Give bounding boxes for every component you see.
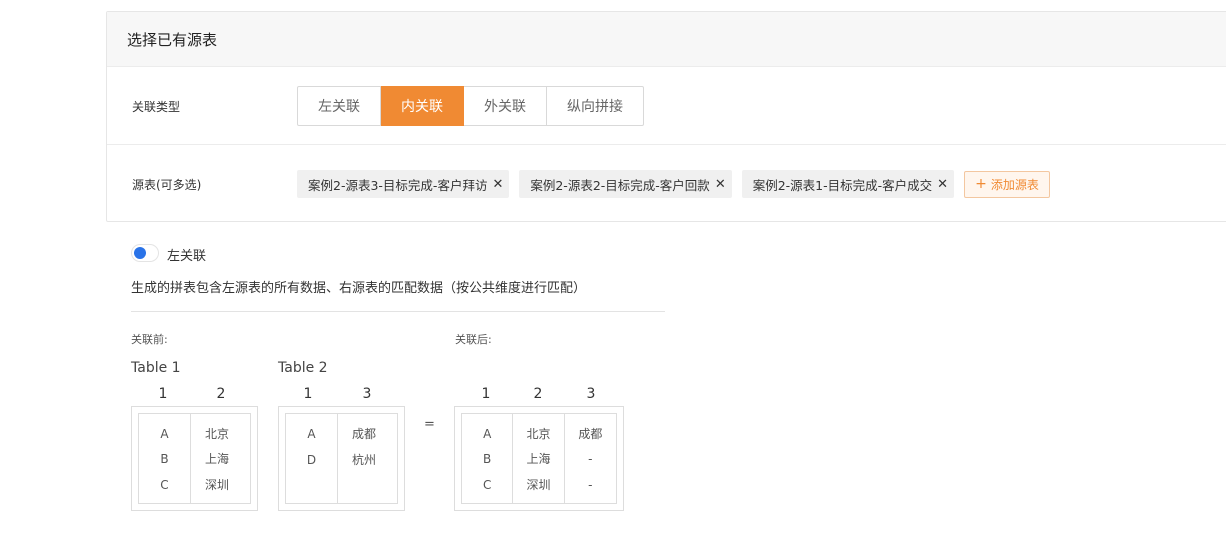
result-col-header: 3 — [586, 386, 596, 402]
panel-title: 选择已有源表 — [107, 12, 1226, 67]
table-cell: A — [160, 427, 169, 441]
table-cell: A — [483, 427, 492, 441]
source-tag-label: 案例2-源表3-目标完成-客户拜访 — [308, 177, 488, 193]
close-icon[interactable]: ✕ — [715, 177, 726, 192]
table-cell: 成都 — [578, 427, 603, 441]
after-label: 关联后: — [455, 333, 492, 346]
table-cell: 深圳 — [526, 477, 551, 492]
table1-col-header: 1 — [158, 386, 168, 402]
table2-grid: A D 成都 杭州 — [285, 413, 398, 504]
table-cell: B — [160, 452, 169, 467]
table-cell: B — [483, 452, 492, 467]
table-column: 成都 - - — [565, 414, 616, 503]
result-col-header: 1 — [481, 386, 491, 402]
join-type-row: 关联类型 左关联 内关联 外关联 纵向拼接 — [107, 68, 1226, 145]
join-left-button[interactable]: 左关联 — [297, 86, 381, 126]
join-type-label: 关联类型 — [132, 99, 181, 114]
source-tag: 案例2-源表2-目标完成-客户回款 ✕ — [519, 170, 732, 198]
table-cell: 上海 — [204, 452, 229, 467]
add-source-label: 添加源表 — [990, 177, 1039, 192]
source-tags: 案例2-源表3-目标完成-客户拜访 ✕ 案例2-源表2-目标完成-客户回款 ✕ … — [297, 170, 1050, 198]
table-cell: 成都 — [351, 427, 376, 441]
source-tag-label: 案例2-源表2-目标完成-客户回款 — [530, 177, 710, 193]
join-inner-button[interactable]: 内关联 — [381, 86, 464, 126]
table-cell: C — [482, 477, 492, 492]
table-column: 成都 杭州 — [338, 414, 390, 503]
join-description: 生成的拼表包含左源表的所有数据、右源表的匹配数据（按公共维度进行匹配） — [131, 281, 587, 296]
result-grid: A B C 北京 上海 深圳 成都 - - — [461, 413, 617, 504]
source-row: 源表(可多选) 案例2-源表3-目标完成-客户拜访 ✕ 案例2-源表2-目标完成… — [107, 146, 1226, 222]
table1-grid: A B C 北京 上海 深圳 — [138, 413, 251, 504]
table2-title: Table 2 — [278, 360, 328, 376]
join-toggle[interactable] — [131, 244, 159, 262]
table-column: A B C — [139, 414, 191, 503]
result-table: A B C 北京 上海 深圳 成都 - - — [454, 406, 624, 511]
table1-title: Table 1 — [131, 360, 181, 376]
table-cell: 杭州 — [351, 453, 376, 467]
plus-icon: + — [975, 176, 987, 192]
table-column: 北京 上海 深圳 — [513, 414, 565, 503]
table-cell: D — [306, 453, 317, 467]
join-vertical-button[interactable]: 纵向拼接 — [547, 86, 644, 126]
table-column: A B C — [462, 414, 514, 503]
source-tag: 案例2-源表1-目标完成-客户成交 ✕ — [741, 170, 955, 198]
table-cell: 上海 — [526, 452, 551, 467]
table-column: 北京 上海 深圳 — [191, 414, 243, 503]
table2-col-header: 3 — [362, 386, 372, 402]
result-col-header: 2 — [533, 386, 543, 402]
table-column: A D — [286, 414, 338, 503]
table-cell: - — [588, 452, 593, 467]
table2-col-header: 1 — [303, 386, 313, 402]
table-cell: 深圳 — [204, 477, 229, 492]
table-cell: C — [160, 477, 169, 492]
add-source-button[interactable]: + 添加源表 — [964, 170, 1050, 198]
toggle-knob — [134, 247, 146, 259]
close-icon[interactable]: ✕ — [937, 177, 948, 192]
table1: A B C 北京 上海 深圳 — [131, 406, 258, 511]
equals-sign: = — [424, 417, 435, 432]
table-cell: A — [307, 427, 316, 441]
table1-col-header: 2 — [216, 386, 226, 402]
source-table-panel: 选择已有源表 关联类型 左关联 内关联 外关联 纵向拼接 源表(可多选) 案例2… — [106, 11, 1226, 222]
source-label: 源表(可多选) — [132, 177, 202, 192]
table2: A D 成都 杭州 — [278, 406, 405, 511]
table-cell: 北京 — [204, 427, 229, 441]
join-explain-title: 左关联 — [167, 249, 207, 264]
join-type-selector: 左关联 内关联 外关联 纵向拼接 — [297, 86, 644, 126]
source-tag-label: 案例2-源表1-目标完成-客户成交 — [752, 177, 933, 193]
source-tag: 案例2-源表3-目标完成-客户拜访 ✕ — [297, 170, 510, 198]
divider — [131, 311, 665, 312]
table-cell: 北京 — [526, 427, 551, 441]
close-icon[interactable]: ✕ — [492, 177, 503, 192]
join-outer-button[interactable]: 外关联 — [464, 86, 547, 126]
table-cell: - — [588, 477, 593, 492]
before-label: 关联前: — [131, 333, 168, 346]
